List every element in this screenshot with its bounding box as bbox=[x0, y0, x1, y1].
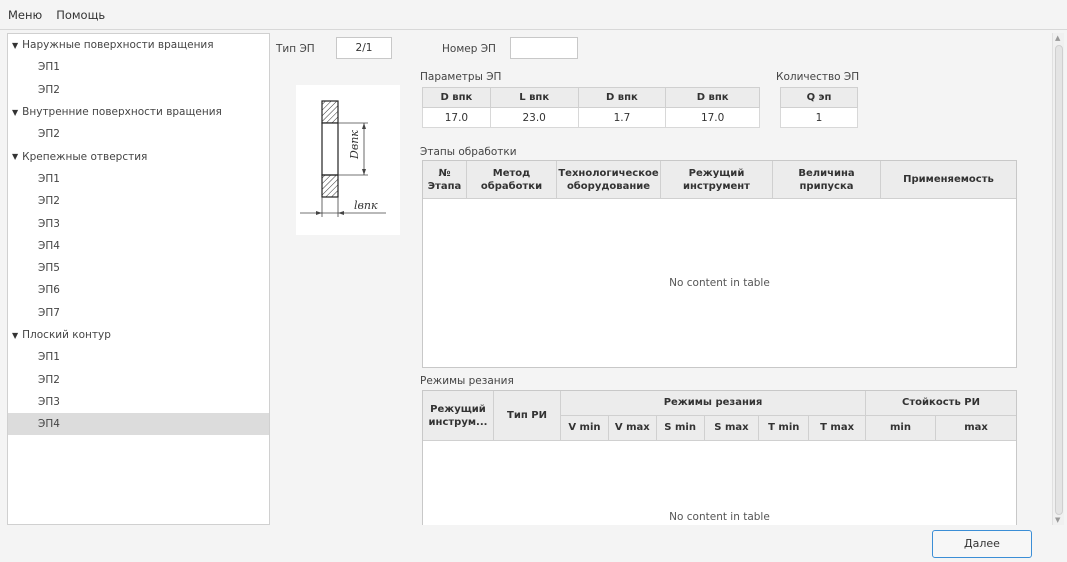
col-header[interactable]: max bbox=[936, 416, 1016, 440]
modes-group: Режимы резания V min V max S min S max T… bbox=[561, 391, 866, 440]
tree-group-label: Крепежные отверстия bbox=[22, 150, 148, 163]
tree-group-label: Наружные поверхности вращения bbox=[22, 39, 214, 52]
tree-item[interactable]: ЭП1 bbox=[8, 346, 269, 368]
tree-item[interactable]: ЭП5 bbox=[8, 257, 269, 279]
param-header: D впк bbox=[665, 87, 760, 108]
tree-item[interactable]: ЭП1 bbox=[8, 168, 269, 190]
type-label: Тип ЭП bbox=[276, 43, 315, 55]
cutting-empty-text: No content in table bbox=[669, 511, 770, 523]
tree-item[interactable]: ЭП2 bbox=[8, 368, 269, 390]
scroll-down-icon[interactable]: ▼ bbox=[1055, 516, 1060, 524]
tree-group-contour[interactable]: ▼ Плоский контур bbox=[8, 324, 269, 346]
tree-item-selected[interactable]: ЭП4 bbox=[8, 413, 269, 436]
tree-item[interactable]: ЭП2 bbox=[8, 190, 269, 212]
col-header[interactable]: V min bbox=[561, 415, 609, 440]
tree-group-holes[interactable]: ▼ Крепежные отверстия bbox=[8, 145, 269, 167]
param-value[interactable]: 17.0 bbox=[422, 107, 491, 128]
number-label: Номер ЭП bbox=[442, 43, 496, 55]
col-group-header: Режимы резания bbox=[561, 391, 865, 416]
number-field[interactable] bbox=[510, 37, 578, 59]
expanded-triangle-icon[interactable]: ▼ bbox=[12, 41, 18, 50]
col-header[interactable]: min bbox=[866, 415, 936, 440]
cutting-label: Режимы резания bbox=[420, 375, 514, 387]
expanded-triangle-icon[interactable]: ▼ bbox=[12, 108, 18, 117]
param-value[interactable]: 1.7 bbox=[577, 107, 667, 128]
tree-group-inner[interactable]: ▼ Внутренние поверхности вращения bbox=[8, 101, 269, 123]
col-header[interactable]: Величина припуска bbox=[773, 161, 881, 198]
col-header[interactable]: S max bbox=[705, 415, 760, 440]
menu-item-help[interactable]: Помощь bbox=[56, 8, 105, 22]
param-value[interactable]: 23.0 bbox=[489, 107, 579, 128]
qty-value[interactable]: 1 bbox=[780, 107, 858, 128]
qty-table: Q эп 1 bbox=[780, 87, 858, 128]
param-header: D впк bbox=[422, 87, 491, 108]
scroll-up-icon[interactable]: ▲ bbox=[1055, 34, 1060, 42]
expanded-triangle-icon[interactable]: ▼ bbox=[12, 152, 18, 161]
col-header[interactable]: № Этапа bbox=[423, 161, 467, 198]
durability-subheaders: min max bbox=[866, 415, 1016, 440]
col-group-header: Стойкость РИ bbox=[866, 391, 1016, 416]
part-sketch: Dвпк lвпк bbox=[296, 85, 400, 235]
tree-group-label: Плоский контур bbox=[22, 329, 111, 341]
qty-label: Количество ЭП bbox=[776, 71, 860, 83]
tree-item[interactable]: ЭП4 bbox=[8, 235, 269, 257]
cutting-table[interactable]: Режущий инструм... Тип РИ Режимы резания… bbox=[422, 390, 1017, 525]
expanded-triangle-icon[interactable]: ▼ bbox=[12, 331, 18, 340]
stages-empty-text: No content in table bbox=[669, 277, 770, 289]
element-details-panel: Тип ЭП 2/1 Номер ЭП Dвпк lвпк Параметры … bbox=[272, 33, 1050, 525]
col-header[interactable]: Тип РИ bbox=[494, 391, 561, 440]
col-header[interactable]: T min bbox=[759, 415, 810, 440]
modes-subheaders: V min V max S min S max T min T max bbox=[561, 415, 865, 440]
surface-tree[interactable]: ▼ Наружные поверхности вращения ЭП1 ЭП2 ▼… bbox=[7, 33, 270, 525]
footer-bar bbox=[0, 527, 1067, 562]
tree-item[interactable]: ЭП2 bbox=[8, 79, 269, 101]
tree-item[interactable]: ЭП2 bbox=[8, 123, 269, 145]
col-header[interactable]: Режущий инструмент bbox=[661, 161, 773, 198]
col-header[interactable]: Применяемость bbox=[881, 161, 1016, 198]
stages-table-header: № Этапа Метод обработки Технологическое … bbox=[423, 161, 1016, 199]
vertical-scrollbar[interactable]: ▲ ▼ bbox=[1052, 33, 1064, 525]
params-label: Параметры ЭП bbox=[420, 71, 502, 83]
menu-bar: Меню Помощь bbox=[0, 0, 1067, 30]
stages-table[interactable]: № Этапа Метод обработки Технологическое … bbox=[422, 160, 1017, 368]
params-table: D впк L впк D впк D впк 17.0 23.0 1.7 17… bbox=[422, 87, 760, 128]
scroll-thumb[interactable] bbox=[1055, 45, 1063, 515]
durability-group: Стойкость РИ min max bbox=[866, 391, 1016, 440]
col-header[interactable]: V max bbox=[609, 415, 657, 440]
param-value[interactable]: 17.0 bbox=[665, 107, 760, 128]
tree-item[interactable]: ЭП3 bbox=[8, 212, 269, 234]
tree-item[interactable]: ЭП3 bbox=[8, 391, 269, 413]
washer-drawing: Dвпк lвпк bbox=[300, 100, 386, 217]
tree-group-outer[interactable]: ▼ Наружные поверхности вращения bbox=[8, 34, 269, 56]
type-field[interactable]: 2/1 bbox=[336, 37, 392, 59]
col-header[interactable]: Метод обработки bbox=[467, 161, 557, 198]
menu-item-menu[interactable]: Меню bbox=[8, 8, 42, 22]
tree-item[interactable]: ЭП6 bbox=[8, 279, 269, 301]
sketch-d-label: Dвпк bbox=[348, 130, 361, 160]
tree-item[interactable]: ЭП7 bbox=[8, 302, 269, 324]
stages-label: Этапы обработки bbox=[420, 146, 517, 158]
sketch-l-label: lвпк bbox=[354, 199, 378, 212]
col-header[interactable]: S min bbox=[657, 415, 705, 440]
cutting-table-header: Режущий инструм... Тип РИ Режимы резания… bbox=[423, 391, 1016, 441]
tree-group-label: Внутренние поверхности вращения bbox=[22, 106, 222, 119]
qty-header: Q эп bbox=[780, 87, 858, 108]
col-header[interactable]: Технологическое оборудование bbox=[557, 161, 661, 198]
col-header[interactable]: T max bbox=[809, 416, 865, 440]
tree-item[interactable]: ЭП1 bbox=[8, 56, 269, 78]
param-header: L впк bbox=[489, 87, 579, 108]
next-button[interactable]: Далее bbox=[932, 530, 1032, 558]
col-header[interactable]: Режущий инструм... bbox=[423, 391, 494, 440]
param-header: D впк bbox=[577, 87, 667, 108]
